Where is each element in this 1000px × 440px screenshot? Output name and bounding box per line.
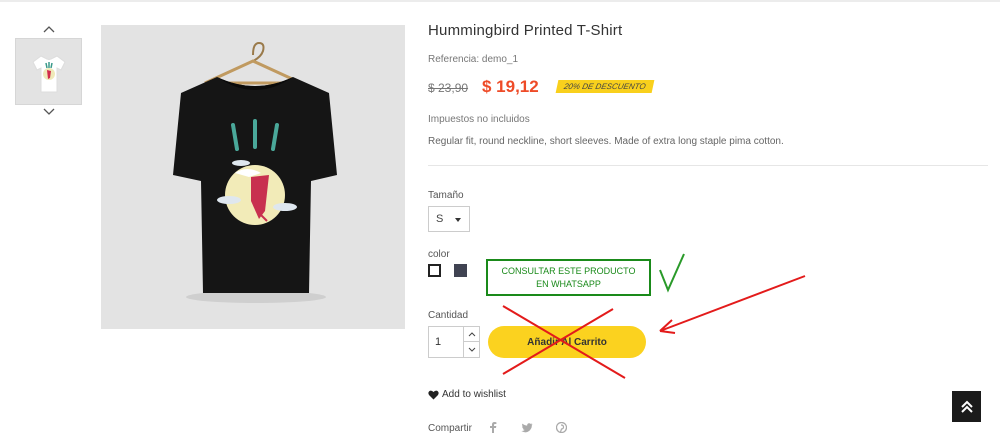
product-reference: Referencia: demo_1 xyxy=(428,54,518,65)
size-select[interactable]: S xyxy=(428,206,470,232)
whatsapp-consult-button[interactable]: CONSULTAR ESTE PRODUCTO EN WHATSAPP xyxy=(486,259,651,296)
quantity-label: Cantidad xyxy=(428,310,469,321)
product-title: Hummingbird Printed T-Shirt xyxy=(428,22,623,39)
color-swatch-white[interactable] xyxy=(428,264,441,277)
product-thumbnail[interactable] xyxy=(15,38,82,105)
size-select-value: S xyxy=(436,213,444,225)
share-label: Compartir xyxy=(428,423,472,434)
chevron-down-icon xyxy=(468,347,476,352)
product-description: Regular fit, round neckline, short sleev… xyxy=(428,136,784,147)
pinterest-icon[interactable] xyxy=(555,420,568,438)
quantity-input[interactable]: 1 xyxy=(435,336,441,348)
color-swatch-dark[interactable] xyxy=(454,264,467,277)
quantity-decrement-button[interactable] xyxy=(464,342,480,357)
sale-price: $ 19,12 xyxy=(482,77,539,96)
quantity-increment-button[interactable] xyxy=(464,327,480,342)
section-divider xyxy=(428,165,988,166)
quantity-stepper[interactable]: 1 xyxy=(428,326,480,358)
discount-badge: 20% DE DESCUENTO xyxy=(555,80,655,93)
tshirt-thumbnail-image xyxy=(31,54,66,92)
heart-icon xyxy=(428,390,439,399)
add-to-cart-button[interactable]: Añadir Al Carrito xyxy=(488,326,646,358)
top-divider xyxy=(0,0,1000,2)
size-label: Tamaño xyxy=(428,190,464,201)
double-chevron-up-icon xyxy=(960,400,973,413)
chevron-up-icon[interactable] xyxy=(15,22,82,36)
tax-note: Impuestos no incluidos xyxy=(428,114,530,125)
red-arrow-annotation xyxy=(659,275,806,334)
whatsapp-button-line2: EN WHATSAPP xyxy=(536,278,601,289)
chevron-down-icon[interactable] xyxy=(15,105,82,119)
quantity-buttons xyxy=(463,327,480,357)
wishlist-label: Add to wishlist xyxy=(442,389,506,400)
product-main-image[interactable] xyxy=(101,25,405,329)
facebook-icon[interactable] xyxy=(489,420,497,438)
tshirt-image xyxy=(173,41,337,303)
reference-value: demo_1 xyxy=(481,54,519,65)
regular-price: $ 23,90 xyxy=(428,81,469,95)
green-checkmark-annotation xyxy=(659,253,685,293)
back-to-top-button[interactable] xyxy=(952,391,981,422)
color-label: color xyxy=(428,249,450,260)
twitter-icon[interactable] xyxy=(521,420,533,438)
caret-down-icon xyxy=(455,218,461,222)
thumbnail-carousel xyxy=(15,22,82,119)
reference-label: Referencia: xyxy=(428,54,480,65)
add-to-wishlist-link[interactable]: Add to wishlist xyxy=(428,389,506,400)
chevron-up-icon xyxy=(468,331,476,336)
whatsapp-button-line1: CONSULTAR ESTE PRODUCTO xyxy=(501,265,636,276)
